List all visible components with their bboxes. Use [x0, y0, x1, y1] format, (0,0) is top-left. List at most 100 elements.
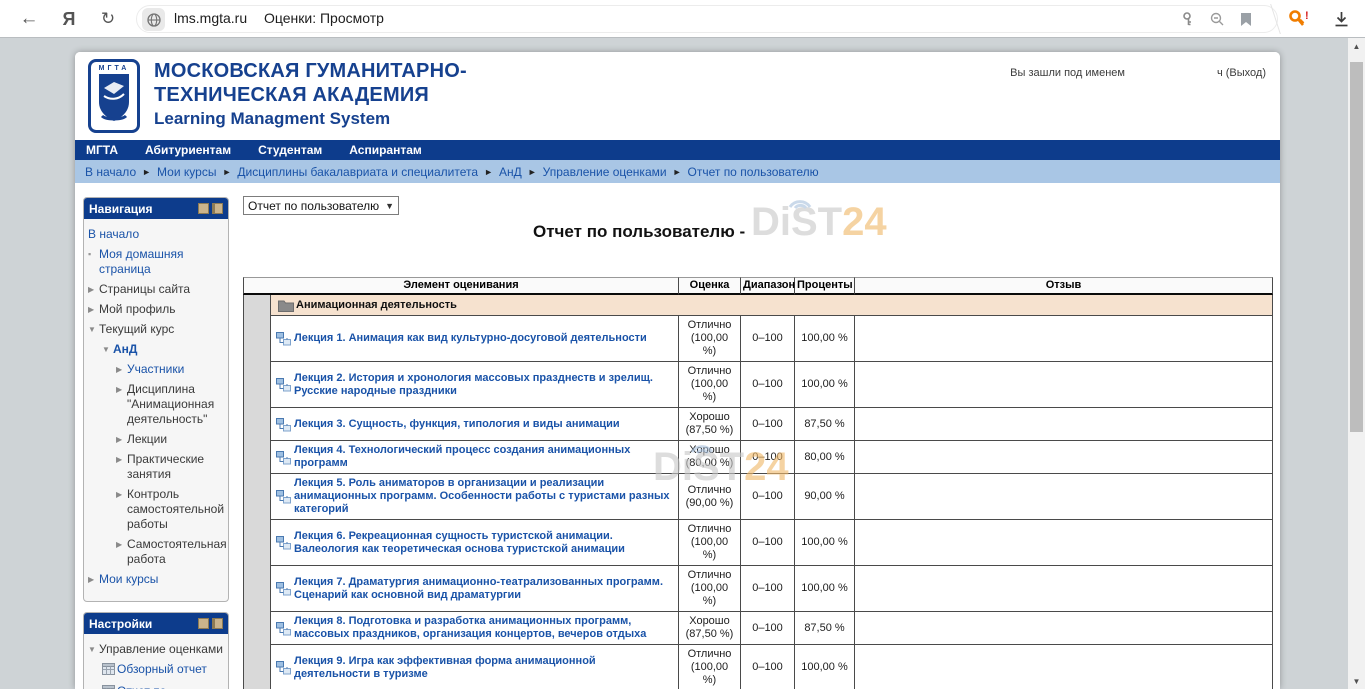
breadcrumb-item[interactable]: АнД: [499, 165, 522, 179]
sidebar-item-label[interactable]: Моя домашняя страница: [99, 247, 224, 277]
grade-table-row: Лекция 7. Драматургия анимационно-театра…: [243, 566, 1273, 612]
nav-item[interactable]: Студентам: [258, 143, 322, 157]
grade-cell: Отлично(100,00 %): [679, 520, 741, 566]
settings-block-header: Настройки: [84, 613, 228, 634]
grade-item-link[interactable]: Лекция 6. Рекреационная сущность туристс…: [294, 530, 673, 556]
grade-cell: Отлично(100,00 %): [679, 316, 741, 362]
percent-cell: 87,50 %: [795, 408, 855, 441]
site-content: МГТА МОСКОВСКАЯ ГУМАНИТАРНО- ТЕХНИЧЕСКАЯ…: [75, 52, 1280, 689]
collapsed-marker-icon[interactable]: ▶: [116, 487, 127, 532]
sidebar-item-label: Мой профиль: [99, 302, 224, 317]
sidebar-tree-item: ▶Практические занятия: [88, 452, 224, 482]
bookmark-icon[interactable]: [1234, 0, 1258, 38]
chevron-down-icon: ▼: [385, 201, 394, 211]
collapsed-marker-icon[interactable]: ▶: [116, 537, 127, 567]
breadcrumb-separator-icon: ►: [528, 167, 537, 177]
dock-block-icon[interactable]: [212, 203, 223, 214]
feedback-cell: [855, 645, 1273, 689]
row-gutter: [243, 316, 271, 362]
grade-table-row: Лекция 3. Сущность, функция, типология и…: [243, 408, 1273, 441]
collapsed-marker-icon[interactable]: ▶: [116, 382, 127, 427]
percent-cell: 100,00 %: [795, 362, 855, 408]
expanded-marker-icon[interactable]: ▼: [102, 342, 113, 357]
breadcrumb-item[interactable]: Дисциплины бакалавриата и специалитета: [237, 165, 478, 179]
feedback-cell: [855, 612, 1273, 645]
passwords-icon[interactable]: [1176, 0, 1202, 38]
grade-percent-value: (100,00 %): [684, 332, 735, 358]
collapsed-marker-icon[interactable]: ▶: [88, 572, 99, 587]
settings-block-title: Настройки: [89, 617, 195, 631]
search-page-icon[interactable]: [1204, 0, 1230, 38]
grade-table-row: Лекция 1. Анимация как вид культурно-дос…: [243, 316, 1273, 362]
nav-item[interactable]: Абитуриентам: [145, 143, 231, 157]
grade-item-link[interactable]: Лекция 9. Игра как эффективная форма ани…: [294, 655, 673, 681]
feedback-cell: [855, 362, 1273, 408]
sidebar-item-label[interactable]: АнД: [113, 342, 224, 357]
grade-item-link[interactable]: Лекция 8. Подготовка и разработка анимац…: [294, 615, 673, 641]
sidebar-item-label[interactable]: Обзорный отчет: [117, 662, 224, 679]
lesson-icon: [276, 581, 294, 596]
breadcrumb-item[interactable]: Мои курсы: [157, 165, 216, 179]
nav-item[interactable]: Аспирантам: [349, 143, 422, 157]
sidebar-item-label[interactable]: В начало: [88, 227, 224, 242]
password-alert-icon[interactable]: !: [1284, 0, 1314, 38]
logout-link[interactable]: ч (Выход): [1217, 67, 1266, 79]
range-cell: 0–100: [741, 612, 795, 645]
grade-report-table: Элемент оценивания Оценка Диапазон Проце…: [243, 277, 1273, 689]
yandex-logo[interactable]: Я: [56, 0, 82, 38]
page-title-text: Оценки: Просмотр: [264, 10, 384, 26]
grade-percent-value: (100,00 %): [684, 582, 735, 608]
square-marker-icon: ▪: [88, 247, 99, 277]
sidebar-item-label[interactable]: Участники: [127, 362, 224, 377]
sidebar-item-label[interactable]: Мои курсы: [99, 572, 224, 587]
grade-item-link[interactable]: Лекция 5. Роль аниматоров в организации …: [294, 477, 673, 516]
grade-value: Хорошо: [689, 444, 730, 457]
collapsed-marker-icon[interactable]: ▶: [116, 452, 127, 482]
lesson-icon: [276, 535, 294, 550]
expanded-marker-icon[interactable]: ▼: [88, 322, 99, 337]
scrollbar-up-arrow[interactable]: ▲: [1348, 42, 1365, 51]
report-select-value: Отчет по пользователю: [248, 199, 385, 213]
collapsed-marker-icon[interactable]: ▶: [116, 362, 127, 377]
grade-item-link[interactable]: Лекция 3. Сущность, функция, типология и…: [294, 418, 620, 431]
breadcrumb-item[interactable]: Управление оценками: [543, 165, 667, 179]
site-info-icon[interactable]: [142, 8, 165, 31]
column-header: Оценка: [679, 277, 741, 295]
nav-item[interactable]: МГТА: [86, 143, 118, 157]
url-text[interactable]: lms.mgta.ru: [174, 10, 247, 26]
grade-table-row: Лекция 4. Технологический процесс создан…: [243, 441, 1273, 474]
back-button[interactable]: ←: [14, 0, 44, 38]
collapsed-marker-icon[interactable]: ▶: [88, 282, 99, 297]
grade-item-cell: Лекция 4. Технологический процесс создан…: [271, 441, 679, 474]
scrollbar-thumb[interactable]: [1350, 62, 1363, 432]
navigation-tree: В начало▪Моя домашняя страница▶Страницы …: [84, 219, 228, 601]
collapse-block-icon[interactable]: [198, 203, 209, 214]
range-cell: 0–100: [741, 520, 795, 566]
vertical-scrollbar[interactable]: ▲ ▼: [1348, 38, 1365, 689]
sidebar-item-label[interactable]: Отчет по пользователю: [117, 684, 224, 689]
grade-item-link[interactable]: Лекция 2. История и хронология массовых …: [294, 372, 673, 398]
category-row: Анимационная деятельность: [243, 295, 1273, 316]
breadcrumb-item[interactable]: Отчет по пользователю: [688, 165, 819, 179]
reload-button[interactable]: ↻: [94, 0, 122, 38]
grade-item-link[interactable]: Лекция 7. Драматургия анимационно-театра…: [294, 576, 673, 602]
sidebar-tree-item: ▼АнД: [88, 342, 224, 357]
collapsed-marker-icon[interactable]: ▶: [88, 302, 99, 317]
scrollbar-down-arrow[interactable]: ▼: [1348, 677, 1365, 686]
row-gutter: [243, 612, 271, 645]
collapsed-marker-icon[interactable]: ▶: [116, 432, 127, 447]
grade-cell: Хорошо(80,00 %): [679, 441, 741, 474]
breadcrumb-separator-icon: ►: [222, 167, 231, 177]
grade-item-link[interactable]: Лекция 1. Анимация как вид культурно-дос…: [294, 332, 647, 345]
column-header: Проценты: [795, 277, 855, 295]
grade-item-cell: Лекция 9. Игра как эффективная форма ани…: [271, 645, 679, 689]
grade-value: Хорошо: [689, 615, 730, 628]
collapse-block-icon[interactable]: [198, 618, 209, 629]
grade-item-link[interactable]: Лекция 4. Технологический процесс создан…: [294, 444, 673, 470]
downloads-icon[interactable]: [1326, 0, 1356, 38]
expanded-marker-icon[interactable]: ▼: [88, 642, 99, 657]
breadcrumb-separator-icon: ►: [673, 167, 682, 177]
breadcrumb-item[interactable]: В начало: [85, 165, 136, 179]
dock-block-icon[interactable]: [212, 618, 223, 629]
report-select[interactable]: Отчет по пользователю ▼: [243, 196, 399, 215]
